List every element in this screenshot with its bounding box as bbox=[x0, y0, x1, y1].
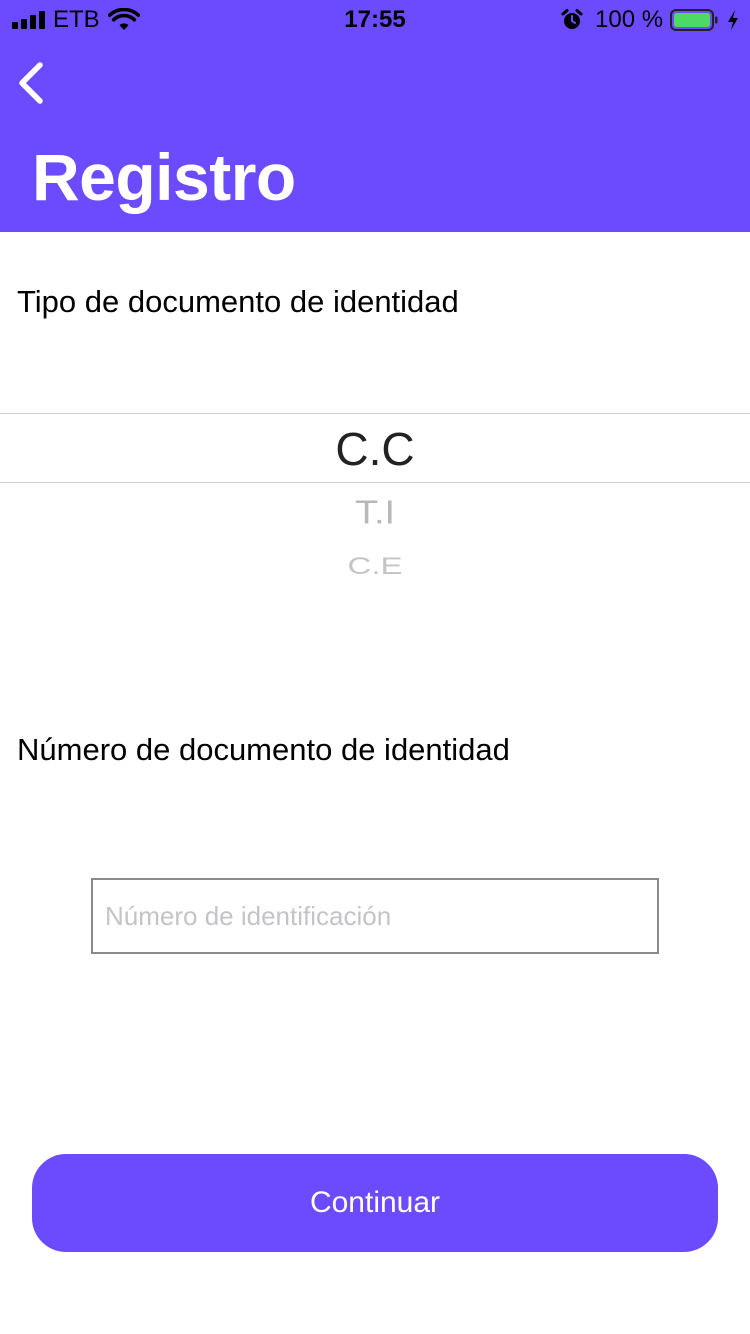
continue-button[interactable]: Continuar bbox=[32, 1154, 718, 1252]
picker-option-cc[interactable]: C.C bbox=[0, 422, 750, 476]
registration-screen: ETB 17:55 100 % Registro Tipo de documen… bbox=[0, 0, 750, 1334]
document-number-input[interactable] bbox=[91, 878, 659, 954]
header-bar: ETB 17:55 100 % Registro bbox=[0, 0, 750, 232]
picker-selection-bottom-line bbox=[0, 482, 750, 483]
picker-selection-top-line bbox=[0, 413, 750, 414]
charging-bolt-icon bbox=[728, 10, 738, 30]
document-type-picker[interactable]: C.C T.I C.E bbox=[0, 360, 750, 640]
document-number-label: Número de documento de identidad bbox=[17, 732, 510, 767]
picker-option-ce[interactable]: C.E bbox=[0, 552, 750, 581]
alarm-icon bbox=[561, 9, 583, 29]
document-type-label: Tipo de documento de identidad bbox=[17, 284, 459, 319]
status-bar: ETB 17:55 100 % bbox=[0, 0, 750, 40]
battery-icon bbox=[670, 9, 718, 31]
picker-option-ti[interactable]: T.I bbox=[0, 494, 750, 533]
battery-percent: 100 % bbox=[595, 6, 664, 33]
page-title: Registro bbox=[32, 140, 296, 214]
back-chevron-icon[interactable] bbox=[10, 55, 60, 111]
